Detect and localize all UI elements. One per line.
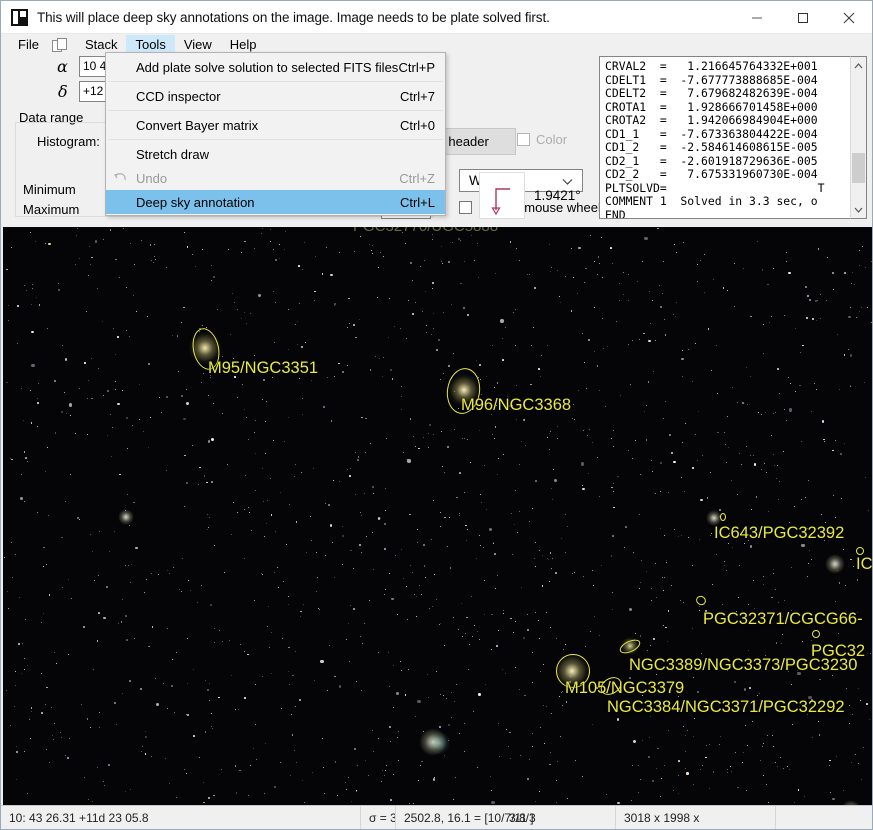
undo-icon: [114, 171, 128, 186]
status-frame-counter: 3/8/3: [501, 805, 616, 829]
annotation-ellipse: [720, 513, 726, 521]
menu-item-label: Undo: [136, 170, 168, 186]
annotation-label: IC: [856, 555, 872, 573]
orientation-compass: [479, 172, 525, 219]
alpha-symbol: α: [57, 57, 68, 76]
menu-item-accel: Ctrl+P: [398, 59, 435, 75]
fits-header-textbox[interactable]: CRVAL2 = 1.216645764332E+001 CDELT1 = -7…: [599, 56, 867, 219]
menu-item-stretch-draw[interactable]: Stretch draw: [106, 142, 445, 166]
menu-separator: [108, 110, 443, 111]
status-frame-value: 3/8/3: [509, 810, 536, 825]
status-dimensions-value: 3018 x 1998 x: [624, 810, 700, 825]
menu-item-label: CCD inspector: [136, 88, 221, 104]
app-icon: [11, 8, 28, 26]
menu-separator: [108, 81, 443, 82]
maximize-icon[interactable]: [780, 1, 826, 34]
status-sigma: σ = 3.9: [1, 805, 396, 829]
menu-item-accel: Ctrl+Z: [399, 170, 435, 186]
inverse-mouse-wheel-checkbox[interactable]: [459, 201, 472, 214]
menu-item-add-plate-solve[interactable]: Add plate solve solution to selected FIT…: [106, 55, 445, 79]
menu-item-label: Add plate solve solution to selected FIT…: [136, 59, 399, 75]
annotation-ellipse: [856, 547, 864, 555]
color-label: Color: [536, 132, 568, 147]
menu-separator: [108, 139, 443, 140]
scroll-up-icon[interactable]: [851, 57, 866, 74]
menu-item-ccd-inspector[interactable]: CCD inspector Ctrl+7: [106, 84, 445, 108]
status-dimensions: 3018 x 1998 x: [616, 806, 707, 830]
menu-item-accel: Ctrl+0: [399, 117, 435, 133]
menu-item-accel: Ctrl+L: [399, 194, 435, 210]
status-bar: 10: 43 26.31 +11d 23 05.8 σ = 3.9 2502.8…: [1, 805, 872, 830]
menu-item-label: Stretch draw: [136, 146, 209, 162]
menu-item-undo: Undo Ctrl+Z: [106, 166, 445, 190]
maximum-label: Maximum: [23, 202, 80, 217]
title-bar: This will place deep sky annotations on …: [1, 1, 872, 34]
color-checkbox-row[interactable]: Color: [517, 132, 567, 147]
delta-symbol: δ: [58, 82, 68, 101]
image-viewer[interactable]: PGC32770/UGC5888 M95/NGC3351 M96/NGC3368 I…: [3, 227, 872, 805]
application-window: This will place deep sky annotations on …: [0, 0, 873, 830]
close-icon[interactable]: [826, 1, 872, 34]
window-title: This will place deep sky annotations on …: [37, 9, 550, 25]
window-controls: [734, 1, 872, 34]
annotation-label: IC643/PGC32392: [714, 524, 845, 542]
menu-item-convert-bayer-matrix[interactable]: Convert Bayer matrix Ctrl+0: [106, 113, 445, 137]
tools-dropdown-menu: Add plate solve solution to selected FIT…: [105, 52, 446, 216]
scrollbar-thumb[interactable]: [852, 153, 865, 183]
menu-item-accel: Ctrl+7: [399, 88, 435, 104]
rotation-angle: 1.9421°: [534, 188, 581, 203]
menu-item-label: Deep sky annotation: [136, 194, 255, 210]
fits-header-scrollbar[interactable]: [850, 56, 867, 219]
menu-item-deep-sky-annotation[interactable]: Deep sky annotation Ctrl+L: [106, 190, 445, 214]
color-checkbox[interactable]: [517, 133, 530, 146]
annotation-label: M96/NGC3368: [461, 396, 572, 414]
annotation-label: PGC32371/CGCG66-: [703, 610, 863, 628]
annotation-label: NGC3389/NGC3373/PGC3230: [629, 656, 858, 674]
fits-header-text: CRVAL2 = 1.216645764332E+001 CDELT1 = -7…: [605, 59, 825, 219]
menu-item-label: Convert Bayer matrix: [136, 117, 259, 133]
minimum-label: Minimum: [23, 182, 76, 197]
star-field: [3, 227, 872, 805]
clipped-annotation-label: PGC32770/UGC5888: [353, 227, 498, 235]
annotation-ellipse: [812, 630, 820, 638]
status-sigma-value: σ = 3.9: [369, 810, 395, 825]
annotation-label: M105/NGC3379: [565, 679, 685, 697]
scroll-down-icon[interactable]: [851, 201, 866, 218]
stack-icon: [51, 37, 71, 53]
chevron-down-icon: [562, 173, 573, 188]
minimize-icon[interactable]: [734, 1, 780, 34]
menu-file[interactable]: File: [9, 35, 48, 56]
histogram-label: Histogram:: [37, 134, 100, 149]
annotation-label: M95/NGC3351: [208, 359, 319, 377]
annotation-label: NGC3384/NGC3371/PGC32292: [607, 698, 845, 716]
